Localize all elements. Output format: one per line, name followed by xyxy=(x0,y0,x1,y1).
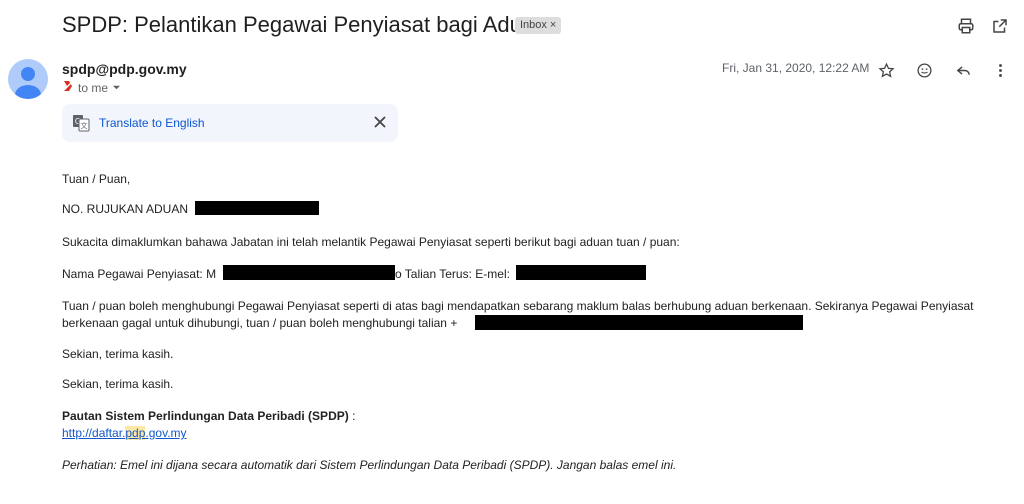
link-heading-text: Pautan Sistem Perlindungan Data Peribadi… xyxy=(62,409,349,423)
important-marker-icon[interactable] xyxy=(62,80,74,95)
officer-contact-label: o Talian Terus: E-mel: xyxy=(395,267,510,281)
translate-bar: G文 Translate to English xyxy=(62,104,398,142)
link-text: http://daftar. xyxy=(62,426,126,440)
print-icon[interactable] xyxy=(955,15,977,37)
translate-icon: G文 xyxy=(72,114,90,137)
spdp-link-row: http://daftar.pdp.gov.my xyxy=(62,426,187,440)
redaction-block xyxy=(223,265,395,280)
remove-label-icon[interactable]: × xyxy=(550,19,556,31)
recipient-row[interactable]: to me xyxy=(62,80,121,95)
paragraph-contact-line1: Tuan / puan boleh menghubungi Pegawai Pe… xyxy=(62,299,974,313)
emoji-icon[interactable] xyxy=(914,60,934,80)
reply-icon[interactable] xyxy=(953,60,973,80)
link-heading-colon: : xyxy=(348,409,356,423)
greeting: Tuan / Puan, xyxy=(62,172,131,186)
link-text: .gov.my xyxy=(145,426,187,440)
link-heading: Pautan Sistem Perlindungan Data Peribadi… xyxy=(62,409,355,423)
inbox-label-chip[interactable]: Inbox × xyxy=(515,17,562,34)
closing-line: Sekian, terima kasih. xyxy=(62,377,174,391)
more-vert-icon[interactable] xyxy=(990,60,1010,80)
recipient-label: to me xyxy=(78,80,109,95)
redaction-block xyxy=(516,265,646,280)
redaction-block xyxy=(475,315,803,330)
inbox-label-text: Inbox xyxy=(520,19,547,31)
officer-prefix: Nama Pegawai Penyiasat: M xyxy=(62,267,217,281)
redaction-block xyxy=(195,201,319,215)
open-in-new-icon[interactable] xyxy=(989,15,1011,37)
star-icon[interactable] xyxy=(876,60,896,80)
avatar[interactable] xyxy=(8,59,48,99)
auto-notice: Perhatian: Emel ini dijana secara automa… xyxy=(62,458,677,472)
close-icon[interactable] xyxy=(373,115,387,134)
closing-line: Sekian, terima kasih. xyxy=(62,347,174,361)
translate-link[interactable]: Translate to English xyxy=(99,116,205,130)
paragraph-contact-line2: berkenaan gagal untuk dihubungi, tuan / … xyxy=(62,316,458,330)
reference-label: NO. RUJUKAN ADUAN xyxy=(62,202,189,216)
spdp-link[interactable]: http://daftar.pdp.gov.my xyxy=(62,426,187,440)
chevron-down-icon[interactable] xyxy=(112,81,121,95)
paragraph-appointment: Sukacita dimaklumkan bahawa Jabatan ini … xyxy=(62,235,680,249)
sender-email[interactable]: spdp@pdp.gov.my xyxy=(62,61,187,77)
email-date: Fri, Jan 31, 2020, 12:22 AM xyxy=(722,61,870,75)
link-text-highlight: pdp xyxy=(125,426,146,440)
email-subject: SPDP: Pelantikan Pegawai Penyiasat bagi … xyxy=(62,12,547,37)
svg-text:文: 文 xyxy=(81,121,88,130)
